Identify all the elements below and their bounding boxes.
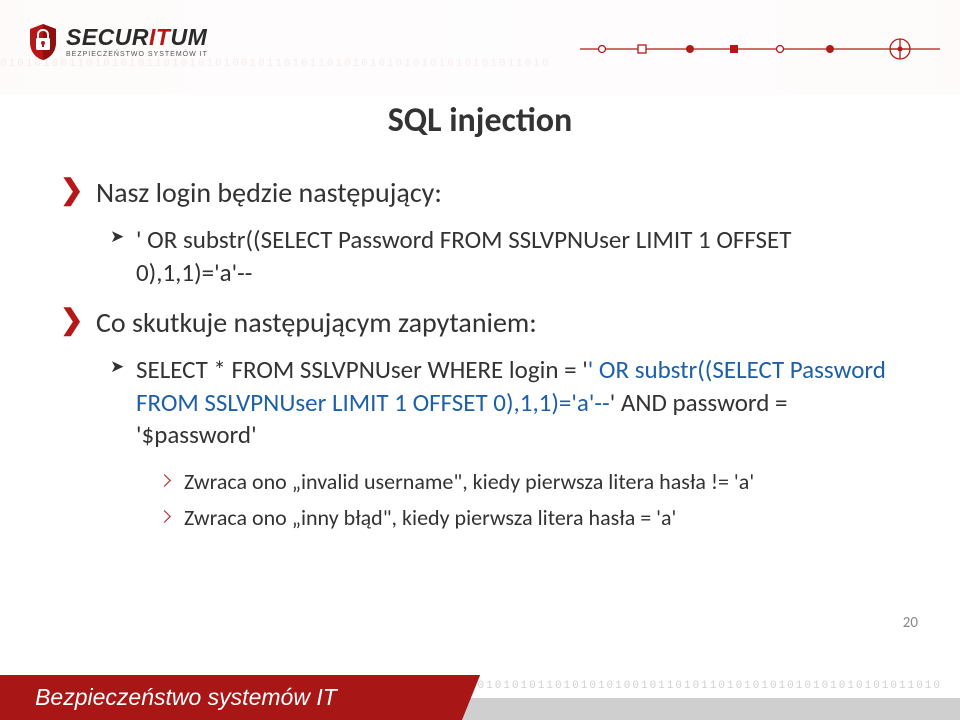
bullet-2-login-code: ➤ ' OR substr((SELECT Password FROM SSLV… [110,224,900,289]
sql-plain-1: SELECT * FROM SSLVPNUser WHERE login = ' [136,354,588,385]
shield-icon [26,22,60,62]
logo-part-red: IT [149,26,170,49]
triangle-marker-icon: ➤ [110,224,124,250]
footer: 0101010011010101011010101010010110101101… [0,650,960,720]
triangle-marker-icon: ➤ [110,354,124,380]
slide-title: SQL injection [60,100,900,141]
bullet-3b-text: Zwraca ono „inny błąd", kiedy pierwsza l… [184,504,676,533]
bullet-3-result-neq: Zwraca ono „invalid username", kiedy pie… [160,468,900,497]
bullet-marker-icon: ❯ [60,305,82,336]
bullet-1-text: Nasz login będzie następujący: [96,175,442,210]
bullet-marker-icon: ❯ [60,175,82,206]
page-number: 20 [903,614,918,632]
logo: SECURITUM BEZPIECZEŃSTWO SYSTEMÓW IT [26,22,208,62]
bullet-2-query-sql: ➤ SELECT * FROM SSLVPNUser WHERE login =… [110,354,900,452]
bullet-2b-text: SELECT * FROM SSLVPNUser WHERE login = '… [136,354,900,452]
bullet-2-text: ' OR substr((SELECT Password FROM SSLVPN… [136,224,900,289]
bullet-1-login: ❯ Nasz login będzie następujący: [60,175,900,210]
bullet-3a-text: Zwraca ono „invalid username", kiedy pie… [184,468,754,497]
chevron-right-icon [160,476,174,485]
bullet-1b-text: Co skutkuje następującym zapytaniem: [96,305,537,340]
logo-part-dark2: UM [170,26,207,49]
logo-subtitle: BEZPIECZEŃSTWO SYSTEMÓW IT [66,51,208,58]
footer-grey-bar [440,698,960,720]
logo-part-dark: SECUR [66,26,149,49]
logo-wordmark: SECURITUM [66,26,208,49]
footer-red-bar: Bezpieczeństwo systemów IT [0,675,480,720]
chevron-right-icon [160,512,174,521]
bullet-1-query: ❯ Co skutkuje następującym zapytaniem: [60,305,900,340]
ornament-line [580,36,940,62]
bullet-3-result-eq: Zwraca ono „inny błąd", kiedy pierwsza l… [160,504,900,533]
slide-content: SQL injection ❯ Nasz login będzie następ… [60,100,900,610]
footer-label: Bezpieczeństwo systemów IT [0,684,337,711]
